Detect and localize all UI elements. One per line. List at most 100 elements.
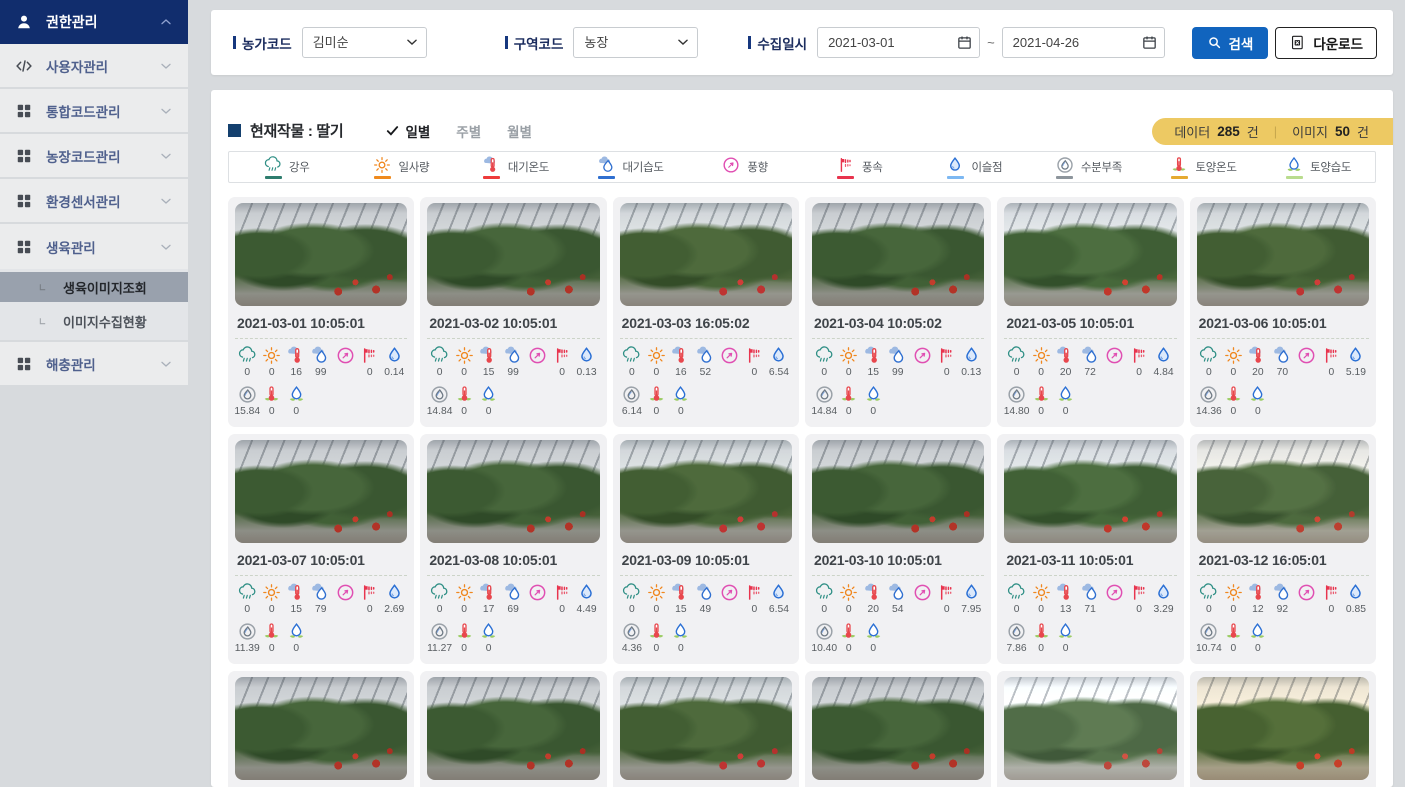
sensor-cell-air-humidity: 92 — [1270, 582, 1295, 616]
sidebar-item-integrated-code-mgmt[interactable]: 통합코드관리 — [0, 89, 188, 134]
search-button[interactable]: 검색 — [1192, 27, 1268, 59]
sensor-value: 6.54 — [769, 367, 789, 379]
current-crop-label: 현재작물 : 딸기 — [250, 120, 343, 141]
sensor-cell-air-temp: 15 — [284, 582, 309, 616]
sidebar-item-env-sensor-mgmt[interactable]: 환경센서관리 — [0, 179, 188, 224]
tab-daily[interactable]: 일별 — [385, 121, 430, 141]
growth-photo — [427, 203, 599, 306]
sidebar-item-farm-code-mgmt[interactable]: 농장코드관리 — [0, 134, 188, 179]
image-card[interactable]: 2021-03-15 10:05:01 — [613, 671, 799, 787]
sensor-value-row: 4.3600 — [620, 621, 792, 655]
farm-code-select[interactable]: 김미순 — [302, 27, 427, 58]
image-card[interactable]: 2021-03-02 10:05:0100159900.1314.8400 — [420, 197, 606, 427]
wind-direction-icon — [721, 155, 741, 175]
sidebar-item-growth-mgmt[interactable]: 생육관리 — [0, 224, 188, 269]
legend-label: 풍향 — [747, 159, 768, 175]
sensor-cell-dew-point: 7.95 — [959, 582, 984, 616]
badge-divider: | — [1274, 124, 1277, 139]
date-from-input[interactable] — [817, 27, 980, 58]
date-range-separator: ~ — [987, 35, 995, 50]
legend-color-bar — [1171, 176, 1188, 179]
card-divider — [1197, 338, 1369, 339]
image-card[interactable]: 2021-03-05 10:05:0100207204.8414.8000 — [997, 197, 1183, 427]
sensor-cell-air-humidity: 54 — [885, 582, 910, 616]
sensor-legend: 강우일사량대기온도대기습도풍향풍속이슬점수분부족토양온도토양습도 — [228, 151, 1376, 183]
tab-weekly[interactable]: 주별 — [456, 121, 481, 141]
image-card[interactable]: 2021-03-09 10:05:0100154906.544.3600 — [613, 434, 799, 664]
label-accent-bar — [748, 36, 751, 49]
wind-direction-icon — [527, 582, 548, 603]
sensor-value: 15.84 — [234, 406, 260, 418]
sensor-value-row: 14.8400 — [427, 384, 599, 418]
legend-item-wind-direction: 풍향 — [687, 155, 802, 179]
sensor-cell-dew-point: 0.13 — [574, 345, 599, 379]
sensor-cell-wind-speed: 0 — [550, 582, 575, 616]
chevron-down-icon — [158, 356, 174, 372]
sidebar-item-user-mgmt[interactable]: 사용자관리 — [0, 44, 188, 89]
grid-icon — [14, 354, 34, 374]
sensor-cell-soil-temp: 0 — [644, 384, 669, 418]
image-card[interactable]: 2021-03-17 17:35:01 — [997, 671, 1183, 787]
tab-monthly[interactable]: 월별 — [507, 121, 532, 141]
sensor-value: 52 — [700, 367, 711, 379]
sensor-cell-soil-humidity: 0 — [1246, 621, 1271, 655]
sensor-cell-air-humidity: 99 — [309, 345, 334, 379]
sensor-cell-soil-temp: 0 — [644, 621, 669, 655]
legend-icon-stack — [945, 155, 965, 179]
sensor-value: 69 — [507, 604, 518, 616]
image-card[interactable]: 2021-03-11 10:05:0100137103.297.8600 — [997, 434, 1183, 664]
image-card[interactable]: 2021-03-10 10:05:0100205407.9510.4000 — [805, 434, 991, 664]
sensor-value: 79 — [315, 604, 326, 616]
sensor-value: 0 — [461, 643, 467, 655]
image-card[interactable]: 2021-03-18 16:05:02 — [1190, 671, 1376, 787]
sensor-cell-wind-direction — [1102, 582, 1127, 616]
sensor-value: 3.29 — [1154, 604, 1174, 616]
sensor-value: 0 — [244, 367, 250, 379]
sensor-value: 15 — [483, 367, 494, 379]
sensor-value: 4.49 — [577, 604, 597, 616]
zone-code-select[interactable]: 농장 — [573, 27, 698, 58]
moisture-deficit-icon — [814, 621, 835, 642]
sensor-cell-moisture-deficit: 15.84 — [235, 384, 260, 418]
sensor-cell-air-temp: 12 — [1246, 582, 1271, 616]
image-card[interactable]: 2021-03-04 10:05:0200159900.1314.8400 — [805, 197, 991, 427]
air-humidity-icon — [1272, 582, 1293, 603]
image-card[interactable]: 2021-03-12 16:05:0100129200.8510.7400 — [1190, 434, 1376, 664]
sidebar-item-permission-mgmt[interactable]: 권한관리 — [0, 0, 188, 44]
sensor-cell-dew-point: 0.14 — [382, 345, 407, 379]
image-card[interactable]: 2021-03-08 10:05:0100176904.4911.2700 — [420, 434, 606, 664]
image-card[interactable]: 2021-03-06 10:05:0100207005.1914.3600 — [1190, 197, 1376, 427]
sensor-value: 20 — [868, 604, 879, 616]
legend-label: 토양습도 — [1310, 159, 1351, 175]
sidebar-item-growth-image-search[interactable]: 생육이미지조회 — [0, 272, 188, 302]
card-divider — [1197, 575, 1369, 576]
card-divider — [235, 575, 407, 576]
image-card[interactable]: 2021-03-03 16:05:0200165206.546.1400 — [613, 197, 799, 427]
sensor-cell-rain: 0 — [427, 345, 452, 379]
sensor-value: 0 — [846, 643, 852, 655]
growth-photo — [235, 677, 407, 780]
image-card[interactable]: 2021-03-01 10:05:0100169900.1415.8400 — [228, 197, 414, 427]
sidebar-item-image-collection-status[interactable]: 이미지수집현황 — [0, 306, 188, 336]
download-button[interactable]: 다운로드 — [1275, 27, 1377, 59]
image-card[interactable]: 2021-03-16 10:05:02 — [805, 671, 991, 787]
soil-temp-icon — [1031, 384, 1052, 405]
crop-bullet — [228, 124, 241, 137]
sensor-value-row: 00129200.85 — [1197, 582, 1369, 616]
sensor-cell-soil-humidity: 0 — [1053, 621, 1078, 655]
sidebar-item-label: 생육관리 — [46, 237, 158, 257]
sensor-cell-wind-speed: 0 — [550, 345, 575, 379]
sensor-cell-soil-humidity: 0 — [669, 621, 694, 655]
soil-humidity-icon — [478, 384, 499, 405]
wind-direction-icon — [912, 345, 933, 366]
sidebar-item-pest-mgmt[interactable]: 해충관리 — [0, 342, 188, 387]
legend-label: 대기온도 — [508, 159, 549, 175]
air-temp-icon — [286, 582, 307, 603]
image-card[interactable]: 2021-03-14 10:05:01 — [420, 671, 606, 787]
date-to-input[interactable] — [1002, 27, 1165, 58]
sensor-value: 0 — [944, 367, 950, 379]
image-card[interactable]: 2021-03-07 10:05:0100157902.6911.3900 — [228, 434, 414, 664]
image-card[interactable]: 2021-03-13 10:05:01 — [228, 671, 414, 787]
sensor-value-row: 00137103.29 — [1004, 582, 1176, 616]
wind-direction-icon — [335, 582, 356, 603]
